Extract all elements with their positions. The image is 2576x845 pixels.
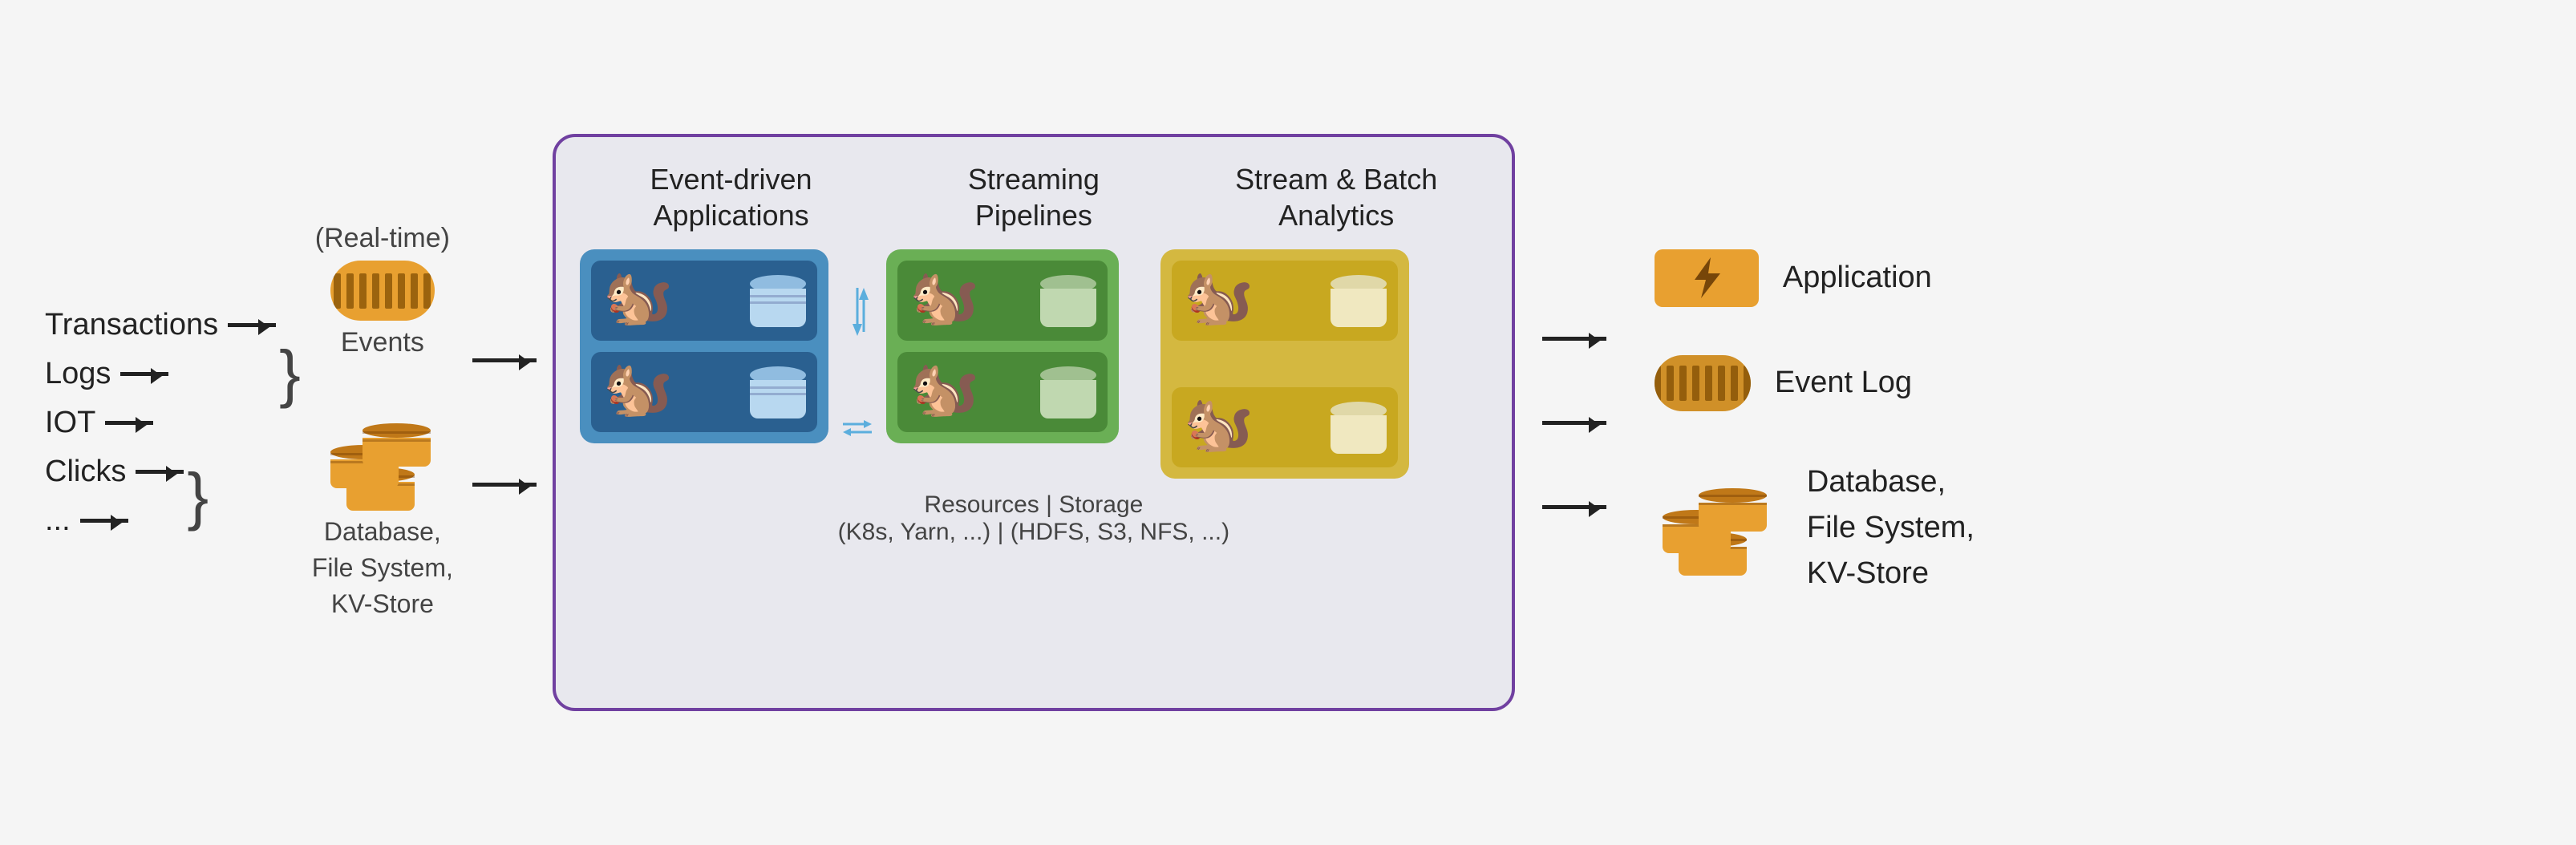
stripe-6 <box>398 273 405 309</box>
box-to-db-arrow <box>1542 505 1606 509</box>
grid-area: 🐿️ 🐿️ <box>580 249 1488 479</box>
db-body-1 <box>363 438 431 467</box>
db-out-icon <box>1655 479 1783 576</box>
db-out-label: Database, File System, KV-Store <box>1807 459 1975 596</box>
flink-squirrel-5: 🐿️ <box>1183 269 1255 333</box>
flink-squirrel-2: 🐿️ <box>602 360 674 424</box>
green-bottom-cell: 🐿️ <box>897 352 1108 432</box>
output-arrows-container <box>1539 337 1606 509</box>
yellow-panel: 🐿️ 🐿️ <box>1160 249 1409 479</box>
stripe-4 <box>372 273 379 309</box>
clicks-arrow <box>136 470 184 474</box>
db-source-group: Database, File System, KV-Store <box>312 406 453 621</box>
green-cyl-2 <box>1040 366 1096 418</box>
col-header-3: Stream & BatchAnalytics <box>1216 161 1456 233</box>
db-source-label: Database, File System, KV-Store <box>312 514 453 621</box>
realtime-label: (Real-time) <box>315 223 450 254</box>
db-output-row: Database, File System, KV-Store <box>1655 459 1975 596</box>
db-line-1a <box>363 431 431 434</box>
db-cyl-top <box>363 423 431 467</box>
right-section: Application Event Log <box>1655 249 1975 596</box>
bottom-brace-group: Clicks ... } <box>45 455 304 538</box>
yellow-arrow-svg <box>1269 352 1301 376</box>
source-icons: (Real-time) Events <box>312 223 453 621</box>
flink-squirrel-4: 🐿️ <box>909 360 981 424</box>
blue-panel: 🐿️ 🐿️ <box>580 249 828 443</box>
green-cyl-1 <box>1040 275 1096 327</box>
stripe-3 <box>359 273 367 309</box>
kafka-stripes <box>334 273 431 309</box>
resources-label: Resources | Storage (K8s, Yarn, ...) | (… <box>838 491 1229 546</box>
kafka-icon <box>330 261 435 321</box>
db-top-1 <box>363 423 431 438</box>
events-group: (Real-time) Events <box>315 223 450 358</box>
stripe-5 <box>385 273 392 309</box>
kafka-to-box-arrow <box>472 358 537 362</box>
app-label: Application <box>1783 261 1932 295</box>
main-box: Event-drivenApplications Streaming Pipel… <box>553 134 1515 711</box>
events-sublabel: Events <box>341 327 424 358</box>
db-to-box-arrow <box>472 483 537 487</box>
flink-squirrel-3: 🐿️ <box>909 269 981 333</box>
clicks-label: Clicks <box>45 455 184 489</box>
box-to-log-arrow <box>1542 421 1606 425</box>
yellow-top-cell: 🐿️ <box>1172 261 1398 341</box>
db-source-icon <box>322 406 443 511</box>
app-output-row: Application <box>1655 249 1932 307</box>
stripe-1 <box>334 273 341 309</box>
blue-cyl-1 <box>750 275 806 327</box>
left-inputs: Transactions Logs IOT } Clicks <box>45 308 304 538</box>
col-header-2: Streaming Pipelines <box>913 161 1154 233</box>
stripe-2 <box>346 273 354 309</box>
top-brace-group: Transactions Logs IOT } <box>45 308 304 440</box>
ellipsis-arrow <box>80 519 128 523</box>
blue-bottom-cell: 🐿️ <box>591 352 817 432</box>
eventlog-stripes <box>1655 366 1751 401</box>
logs-label: Logs <box>45 357 276 391</box>
iot-label: IOT <box>45 406 276 440</box>
blue-cyl-2 <box>750 366 806 418</box>
source-arrows <box>469 358 537 487</box>
top-brace: } <box>279 342 301 406</box>
lightning-icon <box>1687 256 1727 300</box>
yellow-bottom-cell: 🐿️ <box>1172 387 1398 467</box>
diagram: Transactions Logs IOT } Clicks <box>45 42 2531 803</box>
column-headers: Event-drivenApplications Streaming Pipel… <box>580 161 1488 233</box>
app-icon <box>1655 249 1759 307</box>
green-top-cell: 🐿️ <box>897 261 1108 341</box>
bottom-brace: } <box>187 464 209 528</box>
yellow-cyl-2 <box>1331 402 1387 454</box>
blue-green-connectors <box>841 249 873 474</box>
stripe-8 <box>423 273 431 309</box>
stripe-7 <box>411 273 418 309</box>
yellow-cyl-1 <box>1331 275 1387 327</box>
transactions-label: Transactions <box>45 308 276 342</box>
logs-arrow <box>120 372 168 376</box>
bottom-labels: Clicks ... <box>45 455 184 538</box>
green-panel: 🐿️ 🐿️ <box>886 249 1119 443</box>
ellipsis-label: ... <box>45 503 184 538</box>
db-out-cyl-1 <box>1699 488 1767 532</box>
vert-arrows-blue <box>841 284 873 348</box>
col-header-1: Event-drivenApplications <box>611 161 852 233</box>
transactions-arrow <box>228 323 276 327</box>
flink-squirrel-1: 🐿️ <box>602 269 674 333</box>
db-line-1b <box>363 439 431 442</box>
horiz-arrows-blue-green <box>841 416 873 440</box>
eventlog-label: Event Log <box>1775 366 1912 400</box>
blue-top-cell: 🐿️ <box>591 261 817 341</box>
eventlog-output-row: Event Log <box>1655 355 1912 411</box>
flink-squirrel-6: 🐿️ <box>1183 395 1255 459</box>
top-labels: Transactions Logs IOT <box>45 308 276 440</box>
box-to-app-arrow <box>1542 337 1606 341</box>
iot-arrow <box>105 421 153 425</box>
yellow-vert-arrows <box>1172 352 1398 376</box>
eventlog-out-icon <box>1655 355 1751 411</box>
